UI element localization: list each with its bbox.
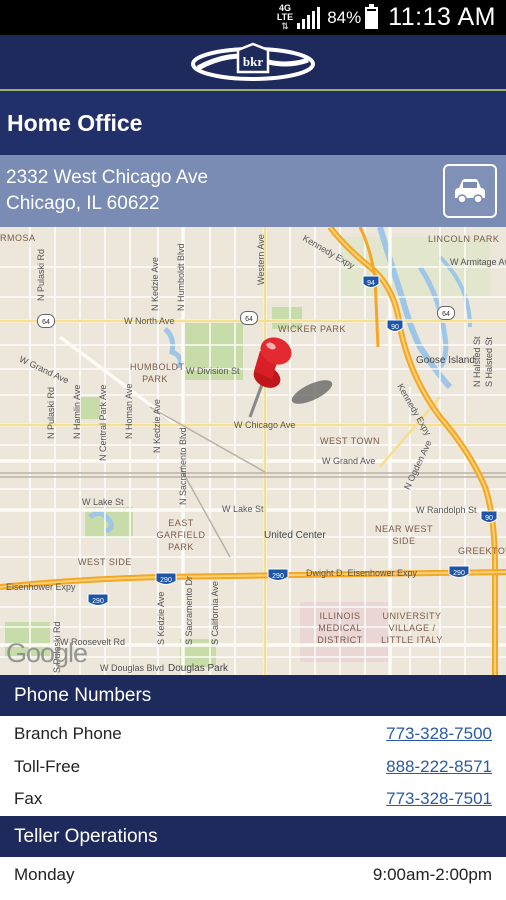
status-bar: 4G LTE ⇅ 84% 11:13 AM	[0, 0, 506, 35]
area-label: United Center	[264, 530, 326, 541]
day-label: Monday	[14, 865, 75, 884]
interstate-shield-icon: 90	[480, 510, 498, 523]
google-attribution: Google	[6, 638, 88, 668]
street-label: Western Ave	[256, 234, 266, 285]
page-title: Home Office	[7, 109, 143, 136]
interstate-shield-icon: 290	[155, 572, 177, 585]
street-label: N Pulaski Rd	[46, 386, 56, 439]
state-route-icon: 64	[37, 314, 55, 328]
svg-text:290: 290	[453, 570, 465, 577]
street-label: N Humboldt Blvd	[176, 243, 186, 311]
street-label: S California Ave	[210, 581, 220, 645]
state-route-icon: 64	[240, 311, 258, 325]
street-label: W Randolph St	[416, 505, 477, 515]
clock: 11:13 AM	[388, 3, 496, 31]
battery-percent: 84%	[327, 7, 362, 27]
street-label: S Sacramento Dr	[184, 575, 194, 645]
bank-logo-icon: bkr	[191, 42, 315, 81]
street-label: W North Ave	[124, 316, 175, 326]
svg-text:290: 290	[92, 598, 104, 605]
address-line-1: 2332 West Chicago Ave	[6, 167, 209, 188]
street-label: W Lake St	[82, 497, 124, 507]
teller-section-header: Teller Operations	[0, 816, 506, 857]
directions-button[interactable]	[443, 164, 497, 218]
phone-link[interactable]: 888-222-8571	[386, 757, 492, 777]
svg-text:290: 290	[160, 577, 172, 584]
interstate-shield-icon: 90	[386, 319, 404, 332]
area-label: Douglas Park	[168, 663, 229, 674]
street-label: Eisenhower Expy	[6, 582, 76, 592]
street-label: W Division St	[186, 366, 240, 376]
svg-text:64: 64	[245, 316, 253, 323]
address-bar: 2332 West Chicago Ave Chicago, IL 60622	[0, 155, 506, 227]
car-icon	[455, 179, 485, 204]
phone-link[interactable]: 773-328-7501	[386, 789, 492, 809]
map-pin-icon[interactable]	[240, 333, 310, 423]
area-label: WEST SIDE	[78, 557, 132, 567]
app-header: bkr	[0, 35, 506, 91]
map-tiles	[0, 227, 506, 675]
svg-text:94: 94	[367, 280, 375, 287]
section-title: Phone Numbers	[14, 684, 152, 706]
network-icon: 4G LTE ⇅	[276, 3, 294, 31]
street-label: N Hamlin Ave	[72, 384, 82, 439]
park-area	[80, 397, 100, 419]
street-label: N Sacramento Blvd	[178, 427, 188, 505]
street-label: Dwight D. Eisenhower Expy	[306, 568, 418, 578]
phone-label: Branch Phone	[14, 724, 122, 743]
signal-icon	[297, 6, 321, 29]
street-label: W Douglas Blvd	[100, 663, 165, 673]
area-label: ILLINOIS MEDICAL DISTRICT	[317, 611, 363, 645]
interstate-shield-icon: 94	[362, 275, 380, 288]
street-label: N Kedzie Ave	[150, 257, 160, 311]
phone-row: Toll-Free 888-222-8571	[0, 751, 506, 783]
street-label: N Pulaski Rd	[36, 248, 46, 301]
street-label: W Lake St	[222, 504, 264, 514]
area-label: GREEKTOWN	[458, 546, 506, 556]
street-label: S Halsted St	[484, 336, 494, 387]
phone-section-header: Phone Numbers	[0, 675, 506, 716]
svg-text:90: 90	[391, 324, 399, 331]
logo-text: bkr	[243, 54, 263, 69]
area-label: LINCOLN PARK	[428, 234, 500, 244]
area-label: WEST TOWN	[320, 436, 381, 446]
area-label: UNIVERSITY VILLAGE / LITTLE ITALY	[381, 611, 443, 645]
phone-label: Fax	[14, 789, 43, 808]
svg-text:64: 64	[442, 311, 450, 318]
interstate-shield-icon: 290	[87, 593, 109, 606]
svg-text:290: 290	[272, 573, 284, 580]
street-label: W Grand Ave	[322, 456, 376, 466]
app-screen: 4G LTE ⇅ 84% 11:13 AM bkr Home Office 2332…	[0, 0, 506, 900]
svg-text:90: 90	[485, 515, 493, 522]
hours-row: Monday 9:00am-2:00pm	[0, 859, 506, 891]
street-label: W Armitage Ave	[450, 257, 506, 267]
street-label: S Kedzie Ave	[156, 591, 166, 645]
phone-label: Toll-Free	[14, 757, 81, 776]
svg-text:64: 64	[42, 319, 50, 326]
area-label: HUMBOLDT PARK	[130, 362, 185, 384]
phone-row: Fax 773-328-7501	[0, 783, 506, 815]
battery-icon	[365, 3, 379, 29]
interstate-shield-icon: 290	[448, 565, 470, 578]
area-label: NEAR WEST SIDE	[374, 524, 433, 546]
street-label: N Central Park Ave	[98, 384, 108, 461]
section-title: Teller Operations	[14, 825, 158, 847]
phone-row: Branch Phone 773-328-7500	[0, 718, 506, 750]
interstate-shield-icon: 290	[267, 568, 289, 581]
map-view[interactable]: W North Ave W Grand Ave W Division St W …	[0, 227, 506, 675]
area-label: RMOSA	[0, 233, 36, 243]
street-label: N Homan Ave	[124, 383, 134, 439]
state-route-icon: 64	[437, 306, 455, 320]
title-bar: Home Office	[0, 91, 506, 155]
street-label: N Kedzie Ave	[152, 399, 162, 453]
address-line-2: Chicago, IL 60622	[6, 193, 160, 214]
phone-link[interactable]: 773-328-7500	[386, 724, 492, 744]
address: 2332 West Chicago Ave Chicago, IL 60622	[6, 165, 208, 217]
hours-value: 9:00am-2:00pm	[372, 865, 492, 884]
area-label: Goose Island	[416, 355, 475, 366]
area-label: EAST GARFIELD PARK	[156, 518, 206, 552]
